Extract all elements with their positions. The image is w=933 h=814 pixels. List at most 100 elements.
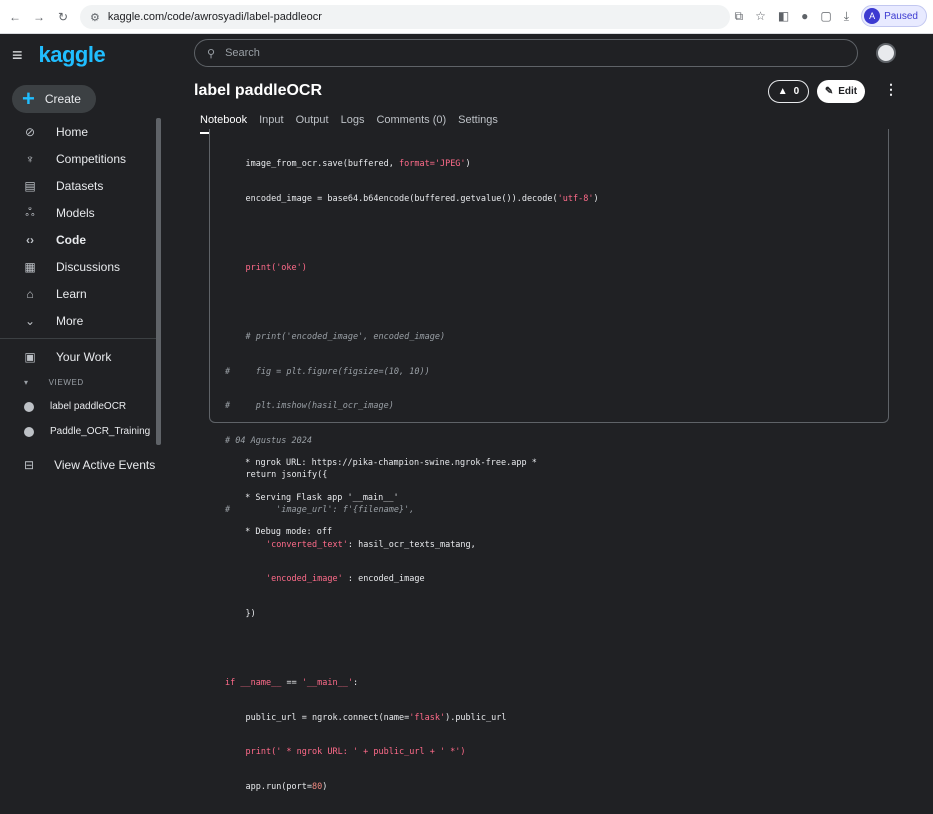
pencil-icon: ✎	[824, 86, 834, 97]
code-line: # plt.imshow(hasil_ocr_image)	[225, 401, 394, 412]
code-line: print(' * ngrok URL: ' + public_url + ' …	[245, 747, 466, 758]
sidebar-nav: ⊘ Home ♆ Competitions ▤ Datasets ஃ Model…	[0, 118, 160, 444]
events-icon: ⊟	[24, 458, 35, 472]
code-line: # fig = plt.figure(figsize=(10, 10))	[225, 366, 430, 377]
sidebar-item-more[interactable]: ⌄ More	[0, 307, 160, 334]
logo-row: ≡ kaggle	[12, 42, 106, 68]
search-icon: ⚲	[207, 47, 216, 60]
trophy-icon: ♆	[25, 151, 35, 166]
back-icon[interactable]: ←	[8, 10, 22, 24]
sidebar-item-your-work[interactable]: ▣ Your Work	[0, 343, 160, 370]
site-settings-icon[interactable]: ⚙	[90, 11, 100, 24]
upvote-button[interactable]: ▲ 0	[768, 80, 809, 103]
page-title: label paddleOCR	[194, 82, 323, 99]
sidebar-item-learn[interactable]: ⌂ Learn	[0, 280, 160, 307]
viewed-section-toggle[interactable]: ▾ VIEWED	[0, 370, 160, 394]
create-label: Create	[44, 92, 81, 106]
sidebar-item-competitions[interactable]: ♆ Competitions	[0, 145, 160, 172]
code-line: print('oke')	[245, 262, 307, 273]
profile-avatar: A	[864, 8, 881, 24]
sidebar-item-label: Datasets	[56, 178, 104, 193]
download-icon[interactable]: ⤓	[844, 9, 849, 24]
sidebar-item-label: Home	[56, 124, 89, 139]
code-line: encoded_image = base64.b64encode(buffere…	[245, 193, 599, 204]
paused-label: Paused	[884, 10, 918, 22]
sidebar-item-label: Learn	[56, 286, 87, 301]
notebook-avatar-icon	[24, 401, 34, 412]
code-line: })	[245, 608, 256, 619]
reload-icon[interactable]: ↻	[56, 10, 70, 24]
profile-paused-button[interactable]: A Paused	[861, 5, 927, 27]
notebook-avatar-icon	[24, 426, 34, 437]
output-line: * ngrok URL: https://pika-champion-swine…	[240, 458, 537, 468]
code-line: if __name__ == '__main__':	[225, 677, 359, 688]
extension-shield-icon[interactable]: ●	[801, 9, 808, 23]
browser-toolbar: ← → ↻ ⚙ kaggle.com/code/awrosyadi/label-…	[0, 0, 933, 34]
sidebar-item-models[interactable]: ஃ Models	[0, 199, 160, 226]
bookmark-star-icon[interactable]: ☆	[755, 9, 766, 23]
search-input[interactable]: Search	[225, 47, 260, 59]
sidebar-item-home[interactable]: ⊘ Home	[0, 118, 160, 145]
view-active-events-label: View Active Events	[54, 458, 156, 472]
your-work-icon: ▣	[24, 349, 36, 364]
recent-item[interactable]: Paddle_OCR_Training	[0, 419, 160, 444]
sidebar-item-label: Models	[56, 205, 95, 220]
sidebar-item-label: More	[56, 313, 84, 328]
more-options-icon[interactable]: ⋮	[884, 81, 898, 98]
hamburger-menu-icon[interactable]: ≡	[12, 45, 23, 66]
browser-actions: ⧉ ☆ ◧ ● ▢ ⤓ A Paused	[734, 5, 927, 27]
code-icon: ‹›	[26, 232, 34, 247]
cell-output: * ngrok URL: https://pika-champion-swine…	[240, 436, 537, 560]
create-button[interactable]: + Create	[12, 85, 96, 113]
user-avatar[interactable]	[876, 43, 896, 63]
sidebar-scrollbar[interactable]	[156, 118, 161, 445]
extension-icon[interactable]: ◧	[778, 9, 789, 23]
code-line: public_url = ngrok.connect(name='flask')…	[245, 712, 507, 723]
learn-icon: ⌂	[26, 286, 34, 301]
extensions-puzzle-icon[interactable]: ▢	[820, 9, 831, 23]
sidebar-item-label: Discussions	[56, 259, 121, 274]
compass-icon: ⊘	[24, 124, 36, 139]
recent-item[interactable]: label paddleOCR	[0, 394, 160, 419]
vote-count: 0	[793, 86, 800, 97]
sidebar-item-code[interactable]: ‹› Code	[0, 226, 160, 253]
search-bar[interactable]: ⚲ Search	[194, 39, 858, 67]
kaggle-app: ≡ kaggle + Create ⊘ Home ♆ Competitions …	[0, 34, 933, 792]
caret-down-icon: ▾	[24, 377, 29, 387]
output-line: * Serving Flask app '__main__'	[240, 492, 399, 503]
edit-label: Edit	[838, 86, 858, 97]
discussion-icon: ▦	[24, 259, 36, 274]
install-app-icon[interactable]: ⧉	[734, 9, 743, 24]
sidebar-item-datasets[interactable]: ▤ Datasets	[0, 172, 160, 199]
chevron-down-icon: ⌄	[24, 313, 36, 328]
upvote-arrow-icon: ▲	[777, 86, 788, 97]
code-line: 'encoded_image' : encoded_image	[265, 574, 425, 585]
address-bar[interactable]: ⚙ kaggle.com/code/awrosyadi/label-paddle…	[80, 5, 730, 29]
recent-item-label: label paddleOCR	[50, 401, 127, 412]
recent-item-label: Paddle_OCR_Training	[50, 426, 151, 437]
code-line: image_from_ocr.save(buffered, format='JP…	[245, 159, 471, 169]
view-active-events-link[interactable]: ⊟ View Active Events	[0, 454, 155, 476]
edit-button[interactable]: ✎ Edit	[817, 80, 865, 103]
sidebar-item-discussions[interactable]: ▦ Discussions	[0, 253, 160, 280]
sidebar-item-label: Your Work	[56, 349, 112, 364]
viewed-label: VIEWED	[48, 377, 84, 387]
plus-icon: +	[22, 86, 35, 111]
kaggle-logo[interactable]: kaggle	[39, 42, 106, 68]
models-icon: ஃ	[25, 204, 35, 219]
output-line: * Debug mode: off	[240, 527, 333, 538]
forward-icon[interactable]: →	[32, 10, 46, 24]
sidebar-item-label: Competitions	[56, 151, 127, 166]
sidebar: ≡ kaggle + Create ⊘ Home ♆ Competitions …	[0, 34, 161, 477]
url-text: kaggle.com/code/awrosyadi/label-paddleoc…	[107, 11, 322, 23]
code-cell[interactable]: image_from_ocr.save(buffered, format='JP…	[209, 129, 889, 792]
code-line: app.run(port=80)	[245, 781, 328, 792]
sidebar-item-label: Code	[56, 232, 86, 247]
code-line: # print('encoded_image', encoded_image)	[245, 331, 446, 342]
table-icon: ▤	[24, 178, 36, 193]
sidebar-divider	[0, 338, 160, 339]
browser-nav: ← → ↻	[0, 10, 70, 24]
